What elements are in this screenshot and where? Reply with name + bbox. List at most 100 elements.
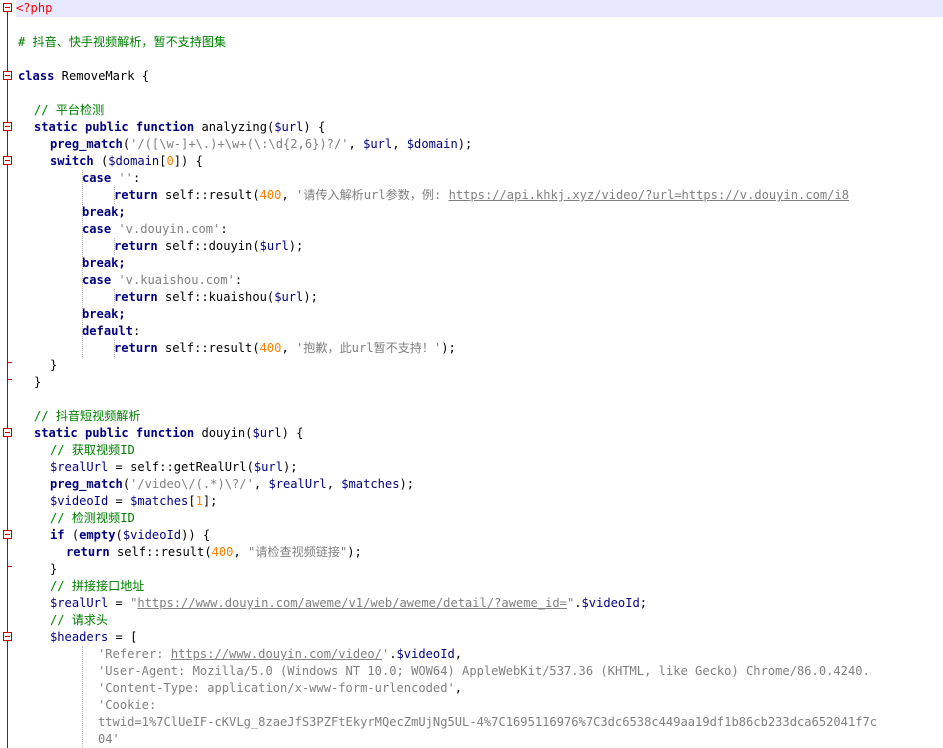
code-line: 'User-Agent: Mozilla/5.0 (Windows NT 10.… [98,663,870,680]
fold-toggle-headers[interactable] [3,632,12,641]
code-line: return self::result(400, "请检查视频链接"); [66,544,362,561]
code-token: : [234,273,243,287]
code-token: // 获取视频ID [50,443,135,457]
code-token: ); [457,137,473,151]
code-token: , [281,188,297,202]
code-token: } [50,358,58,372]
code-token: $url [252,426,282,440]
code-line: break; [82,255,126,272]
fold-toggle-php[interactable] [3,3,12,12]
code-token: 'Referer: [98,647,171,661]
code-token: $domain [406,137,458,151]
code-token: $url [253,460,283,474]
code-token: $url [363,137,393,151]
code-token: self::result( [157,341,260,355]
code-line: static public function douyin($url) { [34,425,303,442]
code-token: $realUrl [50,460,109,474]
fold-end-switch [7,362,12,363]
code-token: break; [82,256,126,270]
code-token: 'User-Agent: Mozilla/5.0 (Windows NT 10.… [98,664,870,678]
code-token: default [82,324,133,338]
code-line: } [50,357,57,374]
fold-toggle-if[interactable] [3,530,12,539]
code-token: $url [274,290,304,304]
code-token: case [82,222,112,236]
code-token: return [114,341,158,355]
code-token: [ [188,494,196,508]
code-token: 04' [98,732,120,746]
fold-toggle-class[interactable] [3,71,12,80]
code-token: 'Content-Type: application/x-www-form-ur… [98,681,455,695]
code-token[interactable]: https://www.douyin.com/video/ [171,647,382,661]
code-line: // 检测视频ID [50,510,135,527]
code-token: '/video\/(.*)\?/' [130,477,254,491]
code-token: 'v.douyin.com' [118,222,221,236]
indent-guide [114,340,115,357]
code-token: ); [347,545,362,559]
code-token: ttwid=1%7ClUeIF-cKVLg_8zaeJfS3PZFtEkyrMQ… [98,715,878,729]
code-token: empty [79,528,116,542]
code-line: break; [82,306,126,323]
code-token: 'Cookie: [98,698,157,712]
code-line: case 'v.kuaishou.com': [82,272,242,289]
code-token: return [114,239,158,253]
fold-toggle-douyin[interactable] [3,428,12,437]
code-token: return [114,290,158,304]
code-token: ); [399,477,415,491]
code-token: 400 [259,188,282,202]
code-token: $url [259,239,289,253]
code-token: ; [639,596,648,610]
fold-line-douyin [7,437,8,748]
code-token: // 平台检测 [34,103,105,117]
code-token: $realUrl [50,596,109,610]
code-token: } [34,375,42,389]
code-token: <?php [16,1,53,15]
code-line: preg_match('/video\/(.*)\?/', $realUrl, … [50,476,414,493]
code-token: : [132,171,141,185]
code-token: douyin( [194,426,253,440]
code-token: { [141,69,150,83]
code-token: ); [303,290,318,304]
code-token: $realUrl [268,477,327,491]
code-token: . [389,647,397,661]
code-token: RemoveMark [54,69,142,83]
code-token: '抱歉，此url暂不支持！' [296,341,442,355]
code-token[interactable]: https://www.douyin.com/aweme/v1/web/awem… [137,596,567,610]
code-token: // 抖音短视频解析 [34,409,141,423]
code-token: return [66,545,110,559]
code-token: // 拼接接口地址 [50,579,145,593]
fold-toggle-analyzing[interactable] [3,122,12,131]
code-editor[interactable]: <?php # 抖音、快手视频解析，暂不支持图集 class RemoveMark … [0,0,943,748]
code-token: static public function [34,426,195,440]
code-line: 'Referer: https://www.douyin.com/video/'… [98,646,462,663]
fold-end-analyzing [7,379,12,380]
code-token: , [454,681,463,695]
code-line: return self::kuaishou($url); [114,289,318,306]
fold-toggle-switch[interactable] [3,156,12,165]
code-token: = [108,596,131,610]
code-token: ); [288,239,304,253]
code-token: break; [82,205,126,219]
code-line: if (empty($videoId)) { [50,527,210,544]
code-token: '' [118,171,133,185]
code-token: $videoId [581,596,640,610]
code-token: '请传入解析url参数，例: [296,188,449,202]
code-token: case [82,171,112,185]
code-line: # 抖音、快手视频解析，暂不支持图集 [18,34,226,51]
code-token: = [ [108,630,138,644]
code-line: break; [82,204,126,221]
code-token: if [50,528,65,542]
code-token: $matches [341,477,400,491]
code-token: ( [64,528,80,542]
code-token: "请检查视频链接" [248,545,348,559]
code-token: case [82,273,112,287]
code-token: , [233,545,249,559]
indent-guide [82,170,83,357]
code-token: self::douyin( [157,239,260,253]
code-token: '/([\w-]+\.)+\w+(\:\d{2,6})?/' [130,137,349,151]
code-line: ttwid=1%7ClUeIF-cKVLg_8zaeJfS3PZFtEkyrMQ… [98,714,877,731]
code-token: ]; [202,494,218,508]
code-token[interactable]: https://api.khkj.xyz/video/?url=https://… [449,188,849,202]
code-token: , [281,341,297,355]
code-line: $realUrl = "https://www.douyin.com/aweme… [50,595,647,612]
